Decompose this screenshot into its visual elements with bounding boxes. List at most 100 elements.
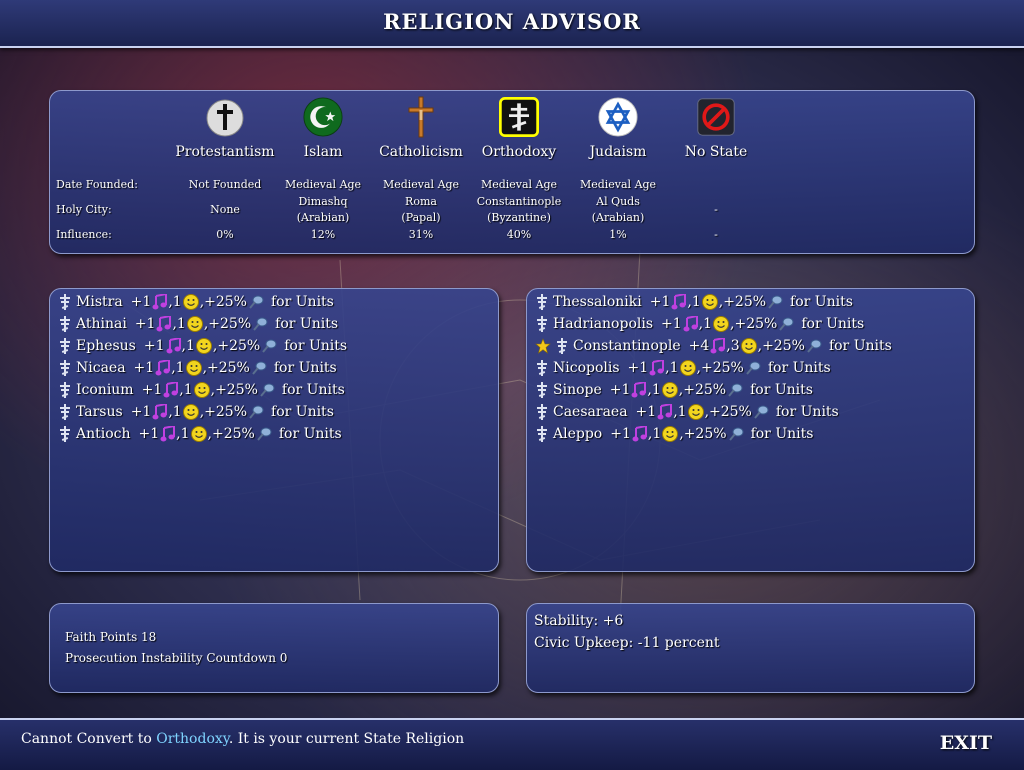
military-icon <box>251 316 269 332</box>
bonus-target: for Units <box>801 316 865 332</box>
happiness-value: 1 <box>180 426 190 442</box>
religion-column-catholicism[interactable]: Catholicism <box>371 95 471 160</box>
date-founded-value: Medieval Age <box>284 178 362 191</box>
islam-icon[interactable] <box>303 97 343 137</box>
religion-column-no-state[interactable]: No State <box>666 95 766 160</box>
holy-city-line: Dimashq <box>298 195 348 208</box>
city-row[interactable]: Hadrianopolis +1, 1, +25% for Units <box>535 313 970 335</box>
culture-icon <box>631 426 648 442</box>
culture-value: +1 <box>609 382 631 398</box>
unit-bonus-value: +25% <box>709 404 752 420</box>
city-row[interactable]: Nicopolis +1, 1, +25% for Units <box>535 357 970 379</box>
holy-city-line: (Byzantine) <box>487 211 551 224</box>
protestantism-icon[interactable] <box>205 97 245 137</box>
city-row[interactable]: Athinai +1, 1, +25% for Units <box>58 313 494 335</box>
culture-value: +1 <box>661 316 682 332</box>
orthodoxy-icon[interactable] <box>499 97 539 137</box>
city-row[interactable]: Mistra +1, 1, +25% for Units <box>58 291 494 313</box>
happiness-icon <box>193 382 211 398</box>
civic-upkeep: Civic Upkeep: -11 percent <box>534 635 720 651</box>
religion-column-orthodoxy[interactable]: Orthodoxy <box>469 95 569 160</box>
holy-city-line: Roma <box>405 195 437 208</box>
unit-bonus-value: +25% <box>215 382 258 398</box>
holy-city-line: None <box>210 203 240 216</box>
religion-column-protestantism[interactable]: Protestantism <box>175 95 275 160</box>
culture-icon <box>656 404 673 420</box>
happiness-value: 1 <box>185 338 195 354</box>
unit-bonus-value: +25% <box>734 316 778 332</box>
happiness-value: 1 <box>652 426 662 442</box>
unit-bonus-value: +25% <box>723 294 767 310</box>
orthodox-cross-icon <box>58 425 72 443</box>
culture-icon <box>630 382 647 398</box>
status-religion-link[interactable]: Orthodoxy <box>156 731 229 747</box>
city-row[interactable]: Aleppo +1, 1, +25% for Units <box>535 423 970 445</box>
bonus-target: for Units <box>273 360 337 376</box>
city-row[interactable]: Thessaloniki +1, 1, +25% for Units <box>535 291 970 313</box>
prosecution-countdown: Prosecution Instability Countdown 0 <box>65 651 288 665</box>
city-row[interactable]: Iconium +1, 1, +25% for Units <box>58 379 494 401</box>
religion-column-islam[interactable]: Islam <box>273 95 373 160</box>
happiness-icon <box>186 316 204 332</box>
influence-value: 40% <box>506 228 532 241</box>
holy-city-line: (Arabian) <box>591 211 645 224</box>
city-name: Athinai <box>76 316 127 332</box>
unit-bonus-value: +25% <box>701 360 744 376</box>
city-row[interactable]: Ephesus +1, 1, +25% for Units <box>58 335 494 357</box>
influence-value: 1% <box>609 228 627 241</box>
religion-column-judaism[interactable]: Judaism <box>568 95 668 160</box>
military-icon <box>805 338 823 354</box>
culture-value: +1 <box>143 338 165 354</box>
holy-city-line: Al Quds <box>596 195 640 208</box>
holy-city-value: - <box>666 202 766 218</box>
date-founded-value: Medieval Age <box>579 178 657 191</box>
happiness-icon <box>679 360 697 376</box>
no-state-icon[interactable] <box>696 97 736 137</box>
screen-title: RELIGION ADVISOR <box>383 9 641 34</box>
city-row[interactable]: Constantinople +4, 3, +25% for Units <box>535 335 970 357</box>
unit-bonus-value: +25% <box>683 382 727 398</box>
holy-city-line: (Papal) <box>401 211 441 224</box>
culture-value: +1 <box>130 294 152 310</box>
city-name: Tarsus <box>76 404 123 420</box>
culture-value: +1 <box>133 360 155 376</box>
city-row[interactable]: Caesaraea +1, 1, +25% for Units <box>535 401 970 423</box>
culture-icon <box>151 294 168 310</box>
city-name: Hadrianopolis <box>553 316 654 332</box>
culture-icon <box>165 338 182 354</box>
happiness-icon <box>701 294 719 310</box>
bonus-target: for Units <box>775 404 839 420</box>
catholicism-icon[interactable] <box>401 96 441 138</box>
faith-points: Faith Points 18 <box>65 630 157 644</box>
holy-city-value: None <box>175 202 275 218</box>
unit-bonus-value: +25% <box>208 316 252 332</box>
exit-button[interactable]: EXIT <box>940 732 992 754</box>
city-name: Caesaraea <box>553 404 628 420</box>
stability-value: Stability: +6 <box>534 613 624 629</box>
culture-icon <box>648 360 665 376</box>
unit-bonus-value: +25% <box>762 338 805 354</box>
unit-bonus-value: +25% <box>207 360 250 376</box>
orthodox-cross-icon <box>535 425 549 443</box>
military-icon <box>744 360 762 376</box>
culture-value: +1 <box>649 294 671 310</box>
city-row[interactable]: Tarsus +1, 1, +25% for Units <box>58 401 494 423</box>
holy-city-value: Constantinople (Byzantine) <box>469 194 569 226</box>
happiness-icon <box>661 382 679 398</box>
military-icon <box>247 294 265 310</box>
happiness-icon <box>687 404 705 420</box>
military-icon <box>726 382 744 398</box>
city-row[interactable]: Sinope +1, 1, +25% for Units <box>535 379 970 401</box>
city-row[interactable]: Nicaea +1, 1, +25% for Units <box>58 357 494 379</box>
unit-bonus-value: +25% <box>217 338 261 354</box>
bonus-target: for Units <box>767 360 831 376</box>
religion-summary-panel: Date Founded: Holy City: Influence: Prot… <box>49 90 975 254</box>
city-name: Ephesus <box>76 338 136 354</box>
orthodox-cross-icon <box>535 293 549 311</box>
culture-value: +1 <box>635 404 657 420</box>
happiness-icon <box>712 316 730 332</box>
judaism-icon[interactable] <box>598 97 638 137</box>
influence-label: Influence: <box>56 228 112 241</box>
orthodox-cross-icon <box>58 315 72 333</box>
city-row[interactable]: Antioch +1, 1, +25% for Units <box>58 423 494 445</box>
